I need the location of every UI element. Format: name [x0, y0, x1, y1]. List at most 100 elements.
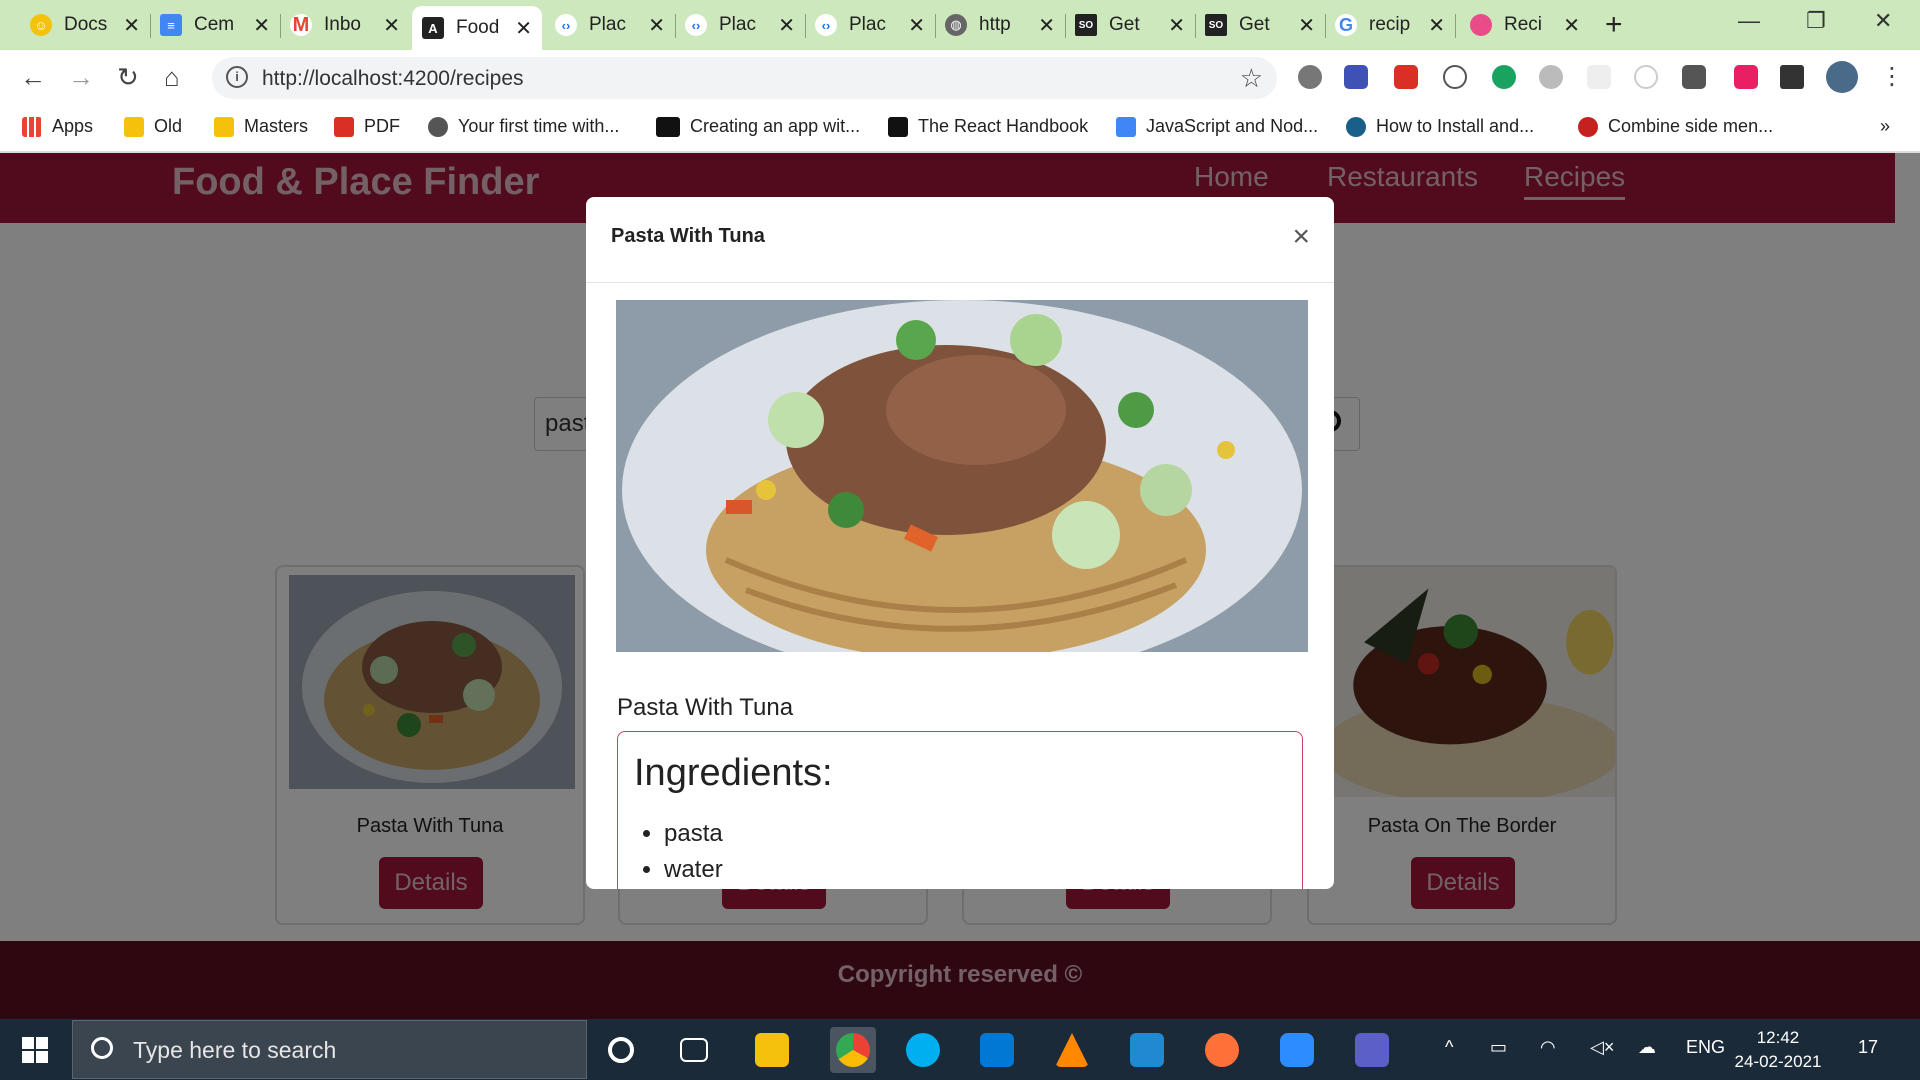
bookmark-link[interactable]: Your first time with... — [428, 116, 619, 137]
extension-icon[interactable] — [1443, 65, 1467, 89]
input-language[interactable]: ENG — [1686, 1037, 1725, 1058]
bookmarks-overflow-button[interactable]: » — [1880, 116, 1890, 137]
close-tab-icon[interactable]: ✕ — [515, 16, 532, 41]
extension-icon[interactable] — [1634, 65, 1658, 89]
skype-icon[interactable] — [906, 1033, 940, 1067]
recipe-name: Pasta With Tuna — [617, 694, 794, 721]
pdf-extension-icon[interactable] — [1394, 65, 1418, 89]
speaker-muted-icon[interactable]: ◁× — [1590, 1037, 1614, 1058]
windows-taskbar: Type here to search ^ ▭ ◠ ◁× ☁ ENG 12:42… — [0, 1019, 1920, 1080]
bookmark-link[interactable]: Combine side men... — [1578, 116, 1773, 137]
reload-icon[interactable]: ↻ — [117, 62, 139, 93]
notifications-icon[interactable]: 17 — [1858, 1037, 1878, 1058]
docs-favicon-icon: ☺ — [30, 14, 52, 36]
bookmark-link[interactable]: JavaScript and Nod... — [1116, 116, 1318, 137]
close-window-button[interactable]: ✕ — [1874, 8, 1892, 34]
teams-icon[interactable] — [1355, 1033, 1389, 1067]
cortana-icon[interactable] — [608, 1037, 634, 1063]
bookmark-apps[interactable]: Apps — [22, 116, 93, 137]
browser-tab[interactable]: M Inbo ✕ — [280, 6, 410, 44]
angular-favicon-icon: A — [422, 17, 444, 39]
site-icon — [888, 116, 908, 137]
browser-tab[interactable]: ◍ http ✕ — [935, 6, 1065, 44]
close-tab-icon[interactable]: ✕ — [778, 13, 795, 38]
bookmark-link[interactable]: PDF — [334, 116, 400, 137]
code-favicon-icon: ‹› — [685, 14, 707, 36]
close-tab-icon[interactable]: ✕ — [1298, 13, 1315, 38]
zoom-icon[interactable] — [1280, 1033, 1314, 1067]
browser-tab[interactable]: SO Get ✕ — [1065, 6, 1195, 44]
bookmarks-bar: Apps Old Masters PDF Your first time wit… — [0, 106, 1920, 152]
clock-time: 12:42 — [1756, 1028, 1800, 1047]
vscode-icon[interactable] — [1130, 1033, 1164, 1067]
new-tab-button[interactable]: + — [1605, 8, 1623, 42]
close-tab-icon[interactable]: ✕ — [1563, 13, 1580, 38]
search-icon — [91, 1037, 113, 1059]
globe-favicon-icon: ◍ — [945, 14, 967, 36]
profile-avatar[interactable] — [1826, 61, 1858, 93]
extensions-puzzle-icon[interactable] — [1780, 65, 1804, 89]
minimize-button[interactable]: — — [1738, 8, 1760, 34]
browser-tab[interactable]: ≡ Cem ✕ — [150, 6, 280, 44]
close-tab-icon[interactable]: ✕ — [123, 13, 140, 38]
site-info-icon[interactable]: i — [226, 66, 248, 88]
bookmark-link[interactable]: Creating an app wit... — [656, 116, 860, 137]
extension-icon[interactable] — [1539, 65, 1563, 89]
wifi-icon[interactable]: ◠ — [1540, 1037, 1556, 1058]
browser-tab[interactable]: G recip ✕ — [1325, 6, 1455, 44]
zotero-extension-icon[interactable] — [1344, 65, 1368, 89]
onedrive-icon[interactable]: ☁ — [1638, 1037, 1656, 1058]
back-arrow-icon[interactable]: ← — [20, 62, 46, 93]
close-tab-icon[interactable]: ✕ — [1168, 13, 1185, 38]
close-tab-icon[interactable]: ✕ — [908, 13, 925, 38]
menu-kebab-icon[interactable]: ⋮ — [1880, 62, 1904, 91]
close-tab-icon[interactable]: ✕ — [383, 13, 400, 38]
google-docs-favicon-icon: ≡ — [160, 14, 182, 36]
ingredients-panel: Ingredients: pasta water — [617, 731, 1303, 889]
extension-icon[interactable] — [1492, 65, 1516, 89]
close-tab-icon[interactable]: ✕ — [253, 13, 270, 38]
bookmark-link[interactable]: How to Install and... — [1346, 116, 1534, 137]
url-text[interactable]: http://localhost:4200/recipes — [262, 67, 524, 91]
browser-tab[interactable]: ☺ Docs ✕ — [20, 6, 150, 44]
bookmark-star-icon[interactable]: ☆ — [1240, 63, 1263, 94]
restore-button[interactable]: ❐ — [1806, 8, 1826, 34]
windows-start-icon[interactable] — [22, 1037, 48, 1063]
browser-tab[interactable]: Reci ✕ — [1460, 6, 1590, 44]
apps-grid-icon — [22, 116, 42, 137]
browser-tab[interactable]: SO Get ✕ — [1195, 6, 1325, 44]
site-icon — [428, 116, 448, 137]
system-clock[interactable]: 12:42 24-02-2021 — [1728, 1026, 1828, 1074]
taskbar-search-box[interactable]: Type here to search — [72, 1020, 587, 1079]
modal-title: Pasta With Tuna — [611, 225, 765, 247]
task-view-icon[interactable] — [680, 1038, 708, 1062]
chrome-icon[interactable] — [836, 1033, 870, 1067]
vlc-icon[interactable] — [1055, 1033, 1089, 1067]
bookmark-link[interactable]: The React Handbook — [888, 116, 1088, 137]
battery-icon[interactable]: ▭ — [1490, 1037, 1507, 1058]
close-tab-icon[interactable]: ✕ — [1428, 13, 1445, 38]
site-icon — [1578, 116, 1598, 137]
recipe-detail-image — [616, 300, 1308, 652]
address-bar[interactable]: i http://localhost:4200/recipes ☆ — [212, 57, 1277, 99]
bookmark-folder[interactable]: Masters — [214, 116, 308, 137]
ingredient-item: pasta — [664, 820, 723, 848]
close-tab-icon[interactable]: ✕ — [1038, 13, 1055, 38]
chevron-up-icon[interactable]: ^ — [1445, 1037, 1453, 1058]
outlook-icon[interactable] — [980, 1033, 1014, 1067]
colorpicker-extension-icon[interactable] — [1734, 65, 1758, 89]
home-icon[interactable]: ⌂ — [164, 62, 180, 93]
gitzip-extension-icon[interactable] — [1682, 65, 1706, 89]
file-explorer-icon[interactable] — [755, 1033, 789, 1067]
browser-tab-active[interactable]: A Food ✕ — [412, 6, 542, 50]
firefox-icon[interactable] — [1205, 1033, 1239, 1067]
close-tab-icon[interactable]: ✕ — [648, 13, 665, 38]
extension-icon[interactable] — [1298, 65, 1322, 89]
close-icon[interactable]: × — [1292, 222, 1310, 252]
extension-icon[interactable] — [1587, 65, 1611, 89]
browser-tab[interactable]: ‹› Plac ✕ — [675, 6, 805, 44]
bookmark-folder[interactable]: Old — [124, 116, 182, 137]
browser-tab[interactable]: ‹› Plac ✕ — [805, 6, 935, 44]
forward-arrow-icon[interactable]: → — [68, 62, 94, 93]
browser-tab[interactable]: ‹› Plac ✕ — [545, 6, 675, 44]
